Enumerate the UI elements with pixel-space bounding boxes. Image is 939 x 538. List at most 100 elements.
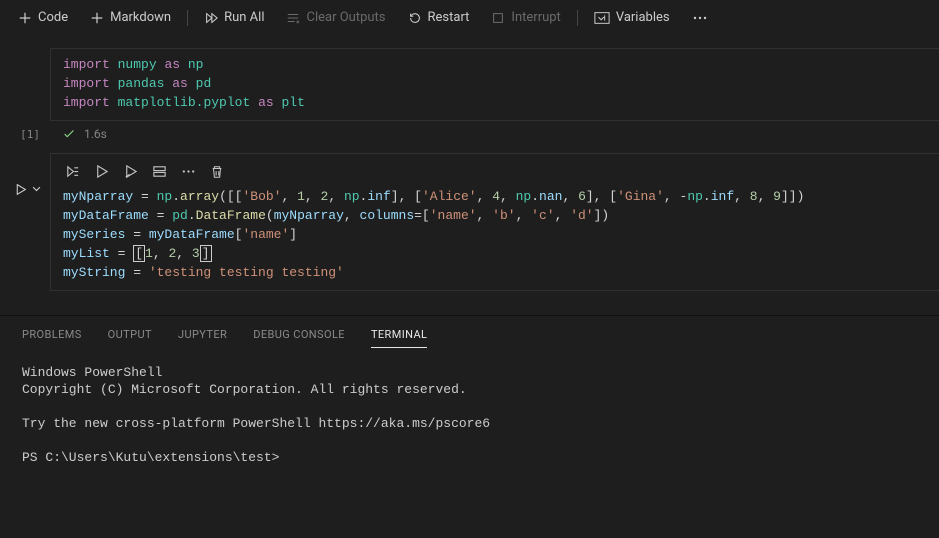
code-token: mySeries bbox=[63, 227, 125, 242]
panel-tabs: PROBLEMS OUTPUT JUPYTER DEBUG CONSOLE TE… bbox=[22, 328, 917, 348]
terminal-line: Windows PowerShell bbox=[22, 365, 162, 380]
code-token: , bbox=[477, 189, 493, 204]
tab-problems[interactable]: PROBLEMS bbox=[22, 328, 82, 348]
code-token: import bbox=[63, 76, 110, 91]
code-token: inf bbox=[367, 189, 390, 204]
execution-time: 1.6s bbox=[84, 127, 107, 141]
bracket-highlight: [ bbox=[133, 245, 145, 262]
code-token: =[ bbox=[414, 208, 430, 223]
run-by-line-button[interactable] bbox=[65, 164, 80, 179]
code-token: = bbox=[149, 208, 172, 223]
code-token: pandas bbox=[118, 76, 165, 91]
code-token: , - bbox=[664, 189, 687, 204]
code-token: ] bbox=[289, 227, 297, 242]
code-cell[interactable]: myNparray = np.array([['Bob', 1, 2, np.i… bbox=[0, 153, 939, 291]
code-token: 9 bbox=[773, 189, 781, 204]
code-token: pd bbox=[196, 76, 212, 91]
bracket-highlight: ] bbox=[200, 245, 212, 262]
code-token: myNparray bbox=[274, 208, 344, 223]
plus-icon bbox=[90, 11, 104, 25]
interrupt-button[interactable]: Interrupt bbox=[483, 6, 568, 29]
more-actions-button[interactable] bbox=[684, 7, 716, 29]
code-token: = bbox=[133, 189, 156, 204]
code-token: 'Alice' bbox=[422, 189, 477, 204]
tab-jupyter[interactable]: JUPYTER bbox=[178, 328, 227, 348]
code-token: ], [ bbox=[391, 189, 422, 204]
cell-toolbar bbox=[63, 160, 927, 187]
code-token: plt bbox=[281, 95, 304, 110]
code-token: . bbox=[172, 189, 180, 204]
add-code-button[interactable]: Code bbox=[10, 6, 76, 29]
tab-debug-console[interactable]: DEBUG CONSOLE bbox=[253, 328, 345, 348]
code-token: , bbox=[555, 208, 571, 223]
terminal-output[interactable]: Windows PowerShell Copyright (C) Microso… bbox=[22, 364, 917, 466]
code-token: ], [ bbox=[586, 189, 617, 204]
code-cell[interactable]: import numpy as np import pandas as pd i… bbox=[0, 48, 939, 121]
clear-outputs-button[interactable]: Clear Outputs bbox=[278, 6, 393, 29]
tab-output[interactable]: OUTPUT bbox=[108, 328, 152, 348]
add-markdown-label: Markdown bbox=[110, 10, 171, 25]
run-all-button[interactable]: Run All bbox=[196, 6, 272, 29]
code-token: , bbox=[500, 189, 516, 204]
run-all-label: Run All bbox=[224, 10, 264, 25]
code-token: ]]) bbox=[781, 189, 804, 204]
cell-gutter bbox=[0, 48, 50, 121]
more-cell-actions-button[interactable] bbox=[181, 164, 196, 179]
cell-run-gutter bbox=[0, 153, 50, 291]
code-token: = bbox=[110, 246, 133, 261]
execute-above-button[interactable] bbox=[123, 164, 138, 179]
code-token: , bbox=[328, 189, 344, 204]
code-token: np bbox=[687, 189, 703, 204]
cell-editor[interactable]: import numpy as np import pandas as pd i… bbox=[50, 48, 939, 121]
restart-button[interactable]: Restart bbox=[400, 6, 478, 29]
code-token: ([[ bbox=[219, 189, 242, 204]
code-token: 8 bbox=[750, 189, 758, 204]
code-token: . bbox=[188, 208, 196, 223]
code-token: , bbox=[477, 208, 493, 223]
interrupt-icon bbox=[491, 11, 505, 25]
notebook-toolbar: Code Markdown Run All Clear Outputs Rest… bbox=[0, 0, 939, 36]
chevron-down-icon[interactable] bbox=[31, 183, 42, 194]
code-token: = bbox=[125, 265, 148, 280]
success-check-icon bbox=[62, 127, 76, 141]
code-token: , bbox=[281, 189, 297, 204]
run-cell-icon[interactable] bbox=[14, 183, 27, 196]
code-token: 3 bbox=[192, 246, 200, 261]
variables-button[interactable]: Variables bbox=[586, 6, 678, 29]
code-token: as bbox=[258, 95, 274, 110]
execution-count: [1] bbox=[0, 128, 50, 141]
code-token: 'd' bbox=[570, 208, 593, 223]
code-token: 'Bob' bbox=[242, 189, 281, 204]
variables-icon bbox=[594, 11, 610, 25]
split-cell-button[interactable] bbox=[152, 164, 167, 179]
code-token: np bbox=[157, 189, 173, 204]
code-token: 1 bbox=[145, 246, 153, 261]
code-token: 'name' bbox=[430, 208, 477, 223]
terminal-line: Copyright (C) Microsoft Corporation. All… bbox=[22, 382, 467, 397]
code-token: , bbox=[516, 208, 532, 223]
code-token: 'c' bbox=[531, 208, 554, 223]
code-token: columns bbox=[360, 208, 415, 223]
code-token: 4 bbox=[492, 189, 500, 204]
execute-cell-button[interactable] bbox=[94, 164, 109, 179]
toolbar-separator bbox=[577, 10, 578, 26]
code-token: myNparray bbox=[63, 189, 133, 204]
code-token: myDataFrame bbox=[149, 227, 235, 242]
add-markdown-button[interactable]: Markdown bbox=[82, 6, 179, 29]
code-token: np bbox=[344, 189, 360, 204]
code-token: . bbox=[531, 189, 539, 204]
code-token: 'testing testing testing' bbox=[149, 265, 344, 280]
code-token: ]) bbox=[594, 208, 610, 223]
delete-cell-button[interactable] bbox=[210, 165, 224, 179]
code-token: np bbox=[516, 189, 532, 204]
code-token: myString bbox=[63, 265, 125, 280]
notebook-editor: import numpy as np import pandas as pd i… bbox=[0, 36, 939, 316]
code-token: ( bbox=[266, 208, 274, 223]
code-token: 'Gina' bbox=[617, 189, 664, 204]
tab-terminal[interactable]: TERMINAL bbox=[371, 328, 427, 348]
code-token: 'b' bbox=[492, 208, 515, 223]
restart-icon bbox=[408, 11, 422, 25]
plus-icon bbox=[18, 11, 32, 25]
cell-editor[interactable]: myNparray = np.array([['Bob', 1, 2, np.i… bbox=[50, 153, 939, 291]
code-token: np bbox=[188, 57, 204, 72]
